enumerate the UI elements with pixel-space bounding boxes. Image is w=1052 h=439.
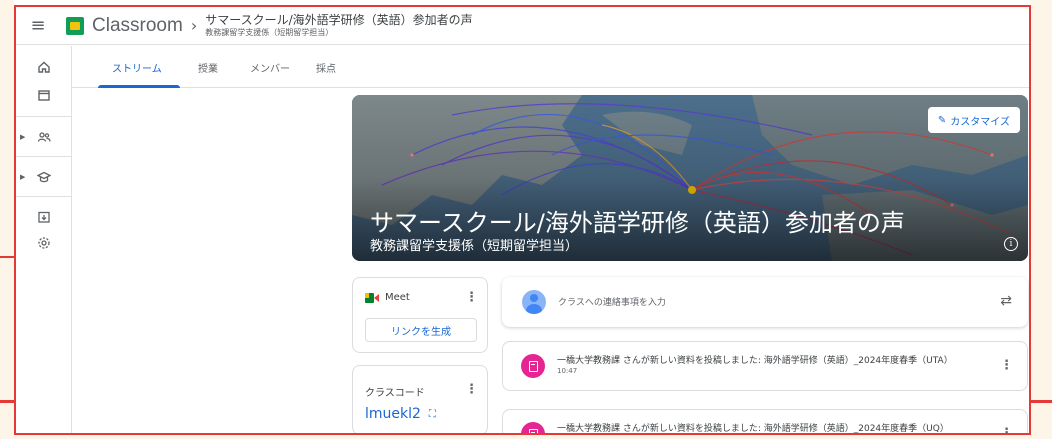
main-menu-button[interactable]: ≡	[16, 7, 60, 45]
tab-people[interactable]: メンバー	[250, 46, 290, 88]
announcement-composer[interactable]: クラスへの連絡事項を入力 ⇄	[502, 277, 1028, 327]
user-avatar	[522, 290, 546, 314]
rail-item-calendar[interactable]	[16, 82, 72, 108]
tab-classwork[interactable]: 授業	[198, 46, 218, 88]
tab-grades[interactable]: 採点	[316, 46, 336, 88]
tab-label: 採点	[316, 63, 336, 75]
google-meet-icon	[365, 292, 379, 303]
breadcrumb[interactable]: サマースクール/海外語学研修（英語）参加者の声 教務課留学支援係（短期留学担当）	[205, 13, 473, 37]
hamburger-menu-icon: ≡	[30, 15, 46, 36]
meet-more-options-icon[interactable]: ⋮	[465, 290, 478, 305]
red-rule-left	[0, 256, 14, 258]
stream-item-time: 10:47	[557, 367, 578, 375]
page-margin-left	[0, 0, 14, 439]
people-icon	[37, 132, 51, 142]
breadcrumb-separator: ›	[190, 16, 198, 35]
class-section: 教務課留学支援係（短期留学担当）	[205, 27, 334, 37]
banner-title: サマースクール/海外語学研修（英語）参加者の声	[370, 209, 905, 237]
tab-label: 授業	[198, 63, 218, 75]
customize-button[interactable]: ✎ カスタマイズ	[927, 107, 1020, 133]
rail-divider	[16, 156, 72, 157]
tab-label: ストリーム	[112, 63, 162, 75]
classroom-window: ≡ Classroom › サマースクール/海外語学研修（英語）参加者の声 教務…	[14, 5, 1031, 435]
meet-label: Meet	[385, 292, 410, 303]
classroom-logo-icon[interactable]	[66, 16, 84, 35]
rail-item-settings[interactable]	[16, 230, 72, 256]
rail-item-enrolled[interactable]: ▶	[16, 124, 72, 150]
class-code-row: lmuekl2 ⛶	[365, 406, 436, 422]
pencil-icon: ✎	[937, 114, 947, 126]
rail-item-home[interactable]	[16, 54, 72, 80]
red-rule-bottom-right	[1030, 400, 1052, 403]
tab-stream[interactable]: ストリーム	[112, 46, 162, 88]
meet-card: Meet ⋮ リンクを生成	[352, 277, 488, 353]
class-title: サマースクール/海外語学研修（英語）参加者の声	[205, 13, 473, 27]
top-app-bar: ≡ Classroom › サマースクール/海外語学研修（英語）参加者の声 教務…	[16, 7, 1029, 45]
class-tabs: ストリーム 授業 メンバー 採点	[72, 46, 1029, 88]
settings-icon	[38, 237, 50, 249]
expand-caret-icon: ▶	[20, 133, 26, 141]
banner-subtitle: 教務課留学支援係（短期留学担当）	[370, 239, 579, 254]
fullscreen-icon[interactable]: ⛶	[429, 409, 436, 420]
stream-item-text: 一橋大学教務課 さんが新しい資料を投稿しました: 海外語学研修（英語）_2024…	[557, 356, 953, 366]
material-icon	[521, 354, 545, 378]
stream-item[interactable]: 一橋大学教務課 さんが新しい資料を投稿しました: 海外語学研修（英語）_2024…	[502, 341, 1028, 391]
calendar-icon	[38, 90, 50, 101]
meet-header: Meet	[365, 292, 410, 303]
class-code-more-options-icon[interactable]: ⋮	[465, 382, 478, 397]
tab-label: メンバー	[250, 63, 290, 75]
class-code-label: クラスコード	[365, 388, 425, 399]
info-icon[interactable]: i	[1004, 237, 1018, 251]
class-banner: ✎ カスタマイズ サマースクール/海外語学研修（英語）参加者の声 教務課留学支援…	[352, 95, 1028, 261]
home-icon	[38, 61, 50, 73]
repost-icon[interactable]: ⇄	[1000, 293, 1012, 309]
stream-item-more-icon[interactable]: ⋮	[1000, 426, 1013, 433]
stream-item-text: 一橋大学教務課 さんが新しい資料を投稿しました: 海外語学研修（英語）_2024…	[557, 424, 949, 434]
stream-item-more-icon[interactable]: ⋮	[1000, 358, 1013, 373]
composer-placeholder: クラスへの連絡事項を入力	[558, 298, 666, 308]
rail-item-teaching[interactable]: ▶	[16, 164, 72, 190]
page-margin-right	[1030, 0, 1052, 439]
customize-label: カスタマイズ	[950, 116, 1010, 128]
class-code-card: クラスコード ⋮ lmuekl2 ⛶	[352, 365, 488, 433]
expand-caret-icon: ▶	[20, 173, 26, 181]
class-code-value: lmuekl2	[365, 406, 421, 422]
stream-item[interactable]: 一橋大学教務課 さんが新しい資料を投稿しました: 海外語学研修（英語）_2024…	[502, 409, 1028, 434]
rail-divider	[16, 196, 72, 197]
material-icon	[521, 422, 545, 433]
rail-item-archived[interactable]	[16, 204, 72, 230]
rail-divider	[16, 116, 72, 117]
app-name[interactable]: Classroom	[92, 15, 183, 37]
generate-link-button[interactable]: リンクを生成	[365, 318, 477, 342]
active-tab-indicator	[98, 85, 180, 88]
red-rule-bottom-left	[0, 400, 14, 403]
school-icon	[37, 171, 51, 183]
archive-icon	[38, 211, 50, 223]
navigation-rail: ▶ ▶	[16, 46, 72, 433]
